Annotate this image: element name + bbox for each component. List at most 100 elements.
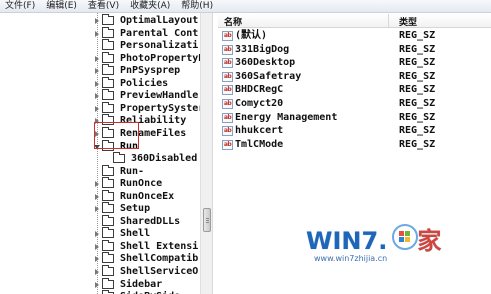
value-row[interactable]: ab Energy Management REG_SZ <box>218 111 491 125</box>
value-type: REG_SZ <box>399 125 436 137</box>
tree-item-label: Shell <box>120 228 151 240</box>
collapsed-arrow-icon[interactable] <box>95 30 99 37</box>
tree-item[interactable]: RunOnceEx <box>0 189 200 203</box>
folder-icon <box>102 64 114 76</box>
value-row[interactable]: ab 360Safetray REG_SZ <box>218 70 491 84</box>
tree-item[interactable]: ShellServiceO <box>0 265 200 278</box>
list-header: 名称 类型 <box>218 13 491 28</box>
menu-item[interactable]: 文件(F) <box>0 0 41 12</box>
column-separator[interactable] <box>388 14 389 27</box>
tree-item-label: OptimalLayout <box>120 15 199 26</box>
collapsed-arrow-icon[interactable] <box>95 181 99 188</box>
collapsed-arrow-icon[interactable] <box>95 55 99 62</box>
tree-item[interactable]: ShellCompatib <box>0 252 200 265</box>
value-row[interactable]: ab 360Desktop REG_SZ <box>218 56 491 70</box>
tree-item[interactable]: PnPSysprep <box>0 64 200 77</box>
collapsed-arrow-icon[interactable] <box>95 80 99 87</box>
value-row[interactable]: ab BHDCRegC REG_SZ <box>218 83 491 97</box>
collapsed-arrow-icon[interactable] <box>95 193 99 200</box>
string-value-icon: ab <box>222 126 233 137</box>
folder-icon <box>102 239 114 251</box>
string-value-icon: ab <box>222 44 233 55</box>
column-header-type[interactable]: 类型 <box>399 15 417 28</box>
tree-item[interactable]: PropertySyster <box>0 101 204 115</box>
tree-item-label: PropertySyster <box>120 102 205 114</box>
watermark-logo: WIN7. 家 <box>306 227 442 255</box>
tree-item-label: PnPSysprep <box>120 65 181 77</box>
collapsed-arrow-icon[interactable] <box>95 105 99 112</box>
tree-item[interactable]: SideBySide <box>0 290 200 294</box>
tree-item[interactable]: PhotoPropertyH <box>0 51 204 65</box>
value-name: Energy Management <box>235 111 338 123</box>
tree-item[interactable]: Run- <box>0 164 200 178</box>
folder-icon <box>102 26 114 38</box>
tree-item-label: Policies <box>120 77 169 89</box>
column-header-name[interactable]: 名称 <box>224 15 242 28</box>
value-row[interactable]: ab Comyct20 REG_SZ <box>218 97 491 111</box>
collapsed-arrow-icon[interactable] <box>95 231 99 238</box>
string-value-icon: ab <box>222 58 233 69</box>
folder-icon <box>102 76 114 88</box>
tree-scrollbar[interactable] <box>200 13 212 294</box>
string-value-icon: ab <box>222 99 233 109</box>
value-row[interactable]: ab hhukcert REG_SZ <box>218 124 491 138</box>
tree-item-label: RunOnceEx <box>120 190 175 202</box>
value-type: REG_SZ <box>399 43 436 55</box>
tree-item-label: Sidebar <box>120 278 163 290</box>
tree-item-label: ShellCompatib <box>120 253 199 265</box>
collapsed-arrow-icon[interactable] <box>95 68 99 75</box>
run-highlight-box <box>94 122 139 149</box>
collapsed-arrow-icon[interactable] <box>95 206 99 213</box>
tree-item-label: Parental Cont <box>120 27 199 39</box>
collapsed-arrow-icon[interactable] <box>95 243 99 250</box>
string-value-icon: ab <box>222 112 233 123</box>
menu-item[interactable]: 查看(V) <box>83 0 125 12</box>
value-name: 360Desktop <box>235 57 296 69</box>
value-row[interactable]: ab 331BigDog REG_SZ <box>218 43 491 57</box>
menu-item[interactable]: 编辑(E) <box>41 0 83 12</box>
tree-item[interactable]: Personalizati <box>0 39 200 52</box>
folder-icon <box>102 89 114 101</box>
value-type: REG_SZ <box>399 84 436 96</box>
collapsed-arrow-icon[interactable] <box>95 18 99 24</box>
registry-tree[interactable]: OptimalLayout Parental Cont Personalizati P… <box>0 13 205 294</box>
tree-item[interactable]: Parental Cont <box>0 26 200 40</box>
folder-icon <box>102 227 114 239</box>
watermark: WIN7. 家 www.win7zhijia.cn <box>306 221 474 271</box>
folder-icon <box>102 214 114 226</box>
tree-item-label: Personalizati <box>120 40 199 52</box>
folder-icon <box>102 202 114 214</box>
folder-icon <box>102 189 114 201</box>
tree-item[interactable]: SharedDLLs <box>0 214 200 228</box>
tree-item-label: SharedDLLs <box>120 215 181 227</box>
tree-item[interactable]: Sidebar <box>0 277 200 291</box>
tree-item[interactable]: Setup <box>0 202 200 215</box>
value-row[interactable]: ab TmlCMode REG_SZ <box>218 138 491 152</box>
value-name: 331BigDog <box>235 43 290 55</box>
tree-item[interactable]: RunOnce <box>0 177 200 190</box>
folder-icon <box>113 152 125 164</box>
scrollbar-thumb[interactable] <box>203 208 211 232</box>
value-row[interactable]: ab (默认) REG_SZ <box>218 29 491 43</box>
value-name: hhukcert <box>235 125 284 137</box>
menu-item[interactable]: 帮助(H) <box>176 0 219 12</box>
string-value-icon: ab <box>222 85 233 96</box>
collapsed-arrow-icon[interactable] <box>95 256 99 263</box>
tree-item-label: Run- <box>120 165 145 177</box>
tree-item[interactable]: Shell Extensi <box>0 239 200 253</box>
tree-item[interactable]: Policies <box>0 76 200 90</box>
menu-item[interactable]: 收藏夹(A) <box>125 0 176 12</box>
tree-item[interactable]: PreviewHandle <box>0 89 200 102</box>
collapsed-arrow-icon[interactable] <box>95 93 99 100</box>
tree-item[interactable]: OptimalLayout <box>0 14 200 27</box>
collapsed-arrow-icon[interactable] <box>95 269 99 275</box>
value-name: 360Safetray <box>235 70 302 82</box>
string-value-icon: ab <box>222 139 233 150</box>
folder-icon <box>102 101 114 113</box>
tree-item[interactable]: Shell <box>0 227 200 240</box>
windows-swirl-icon <box>392 224 418 250</box>
string-value-icon: ab <box>222 71 233 82</box>
tree-child-item[interactable]: 360Disabled <box>0 152 200 165</box>
collapsed-arrow-icon[interactable] <box>95 281 99 288</box>
tree-item-label: 360Disabled <box>131 153 198 165</box>
